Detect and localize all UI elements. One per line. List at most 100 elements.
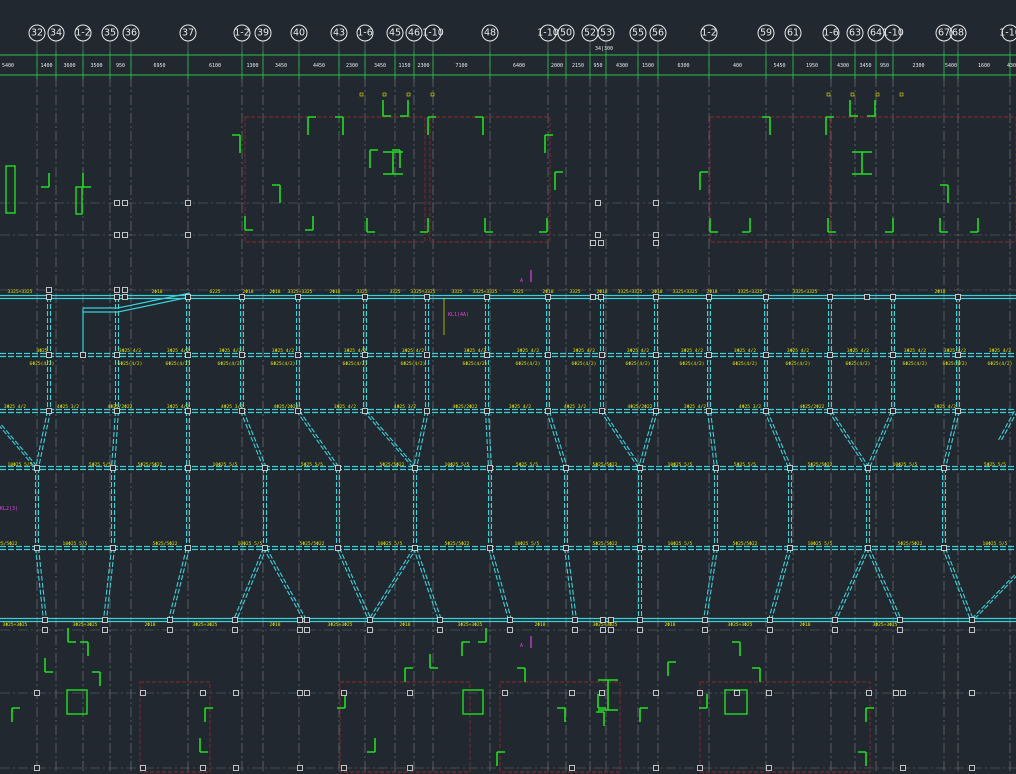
column-node [362,408,368,414]
axis-bubble-label: 35 [104,28,116,39]
beam-label-row6: 2Φ18 [144,622,155,628]
beam-label-row2: 3Φ25 4/2 [464,348,486,354]
column-node [900,690,906,696]
column-node [832,627,838,633]
column-node [114,232,120,238]
axis-bubble-label: 43 [333,28,345,39]
column-node [545,408,551,414]
beam-label-row1: 3325 [512,289,523,295]
column-node [102,617,108,623]
column-node [487,465,493,471]
column-node [437,617,443,623]
column-node [827,352,833,358]
beam-label-row2: 3Φ25 4/2 [989,348,1011,354]
beam-label-row2-sub: 6Φ25(4/2) [846,361,871,367]
axis-bubble-label: 36 [125,28,137,39]
column-node [590,240,596,246]
dimension-text: 3450 [374,63,386,69]
dimension-text: 6400 [513,63,525,69]
axis-bubble-label: 50 [560,28,572,39]
axis-bubble-label: 52 [584,28,596,39]
column-node [167,617,173,623]
column-node [763,352,769,358]
column-node [734,690,740,696]
beam-label-row2-sub: 6Φ25(4/2) [218,361,243,367]
beam-label-row4: 5Φ25/5Φ22 [593,462,618,468]
dimension-text: 6100 [209,63,221,69]
column-node [110,465,116,471]
beam-label-row6: 2Φ18 [534,622,545,628]
beam-label-row4: 10Φ25 5/5 [445,462,470,468]
column-node [185,200,191,206]
beam-label-row1: 6225 [209,289,220,295]
beam-label-row4: 5Φ25/5Φ22 [808,462,833,468]
beam-label-row3: 3Φ25 4/2 [934,404,956,410]
column-node [767,627,773,633]
column-node [706,352,712,358]
beam-label-row3: 4Φ25 3/2 [221,404,243,410]
beam-label-row5: 5Φ25/5Φ22 [153,541,178,547]
beam-label-row2-sub: 6Φ25(4/2) [680,361,705,367]
axis-bubble-label: 63 [849,28,861,39]
column-node [114,294,120,300]
axis-bubble-label: 1-6 [357,28,373,39]
beam-label-row2-sub: 6Φ25(4/2) [786,361,811,367]
column-node [185,545,191,551]
dimension-text: 7100 [455,63,467,69]
beam-label-row3: 4Φ25 3/2 [394,404,416,410]
axis-bubble-label: 1-10 [882,28,904,39]
axis-bubble-label: 1-2 [234,28,250,39]
beam-label-row1: 3325+3325 [738,289,763,295]
beam-label-row3: 4Φ25 3/2 [739,404,761,410]
axis-bubble-label: 55 [632,28,644,39]
column-node [653,294,659,300]
dimension-text: 950 [593,63,602,69]
column-node [763,408,769,414]
beam-label-row5: 5Φ25/5Φ22 [898,541,923,547]
column-node [507,627,513,633]
beam-label-row2-sub: 6Φ25(4/2) [733,361,758,367]
column-node [407,690,413,696]
column-node [424,408,430,414]
beam-label-row4: 10Φ25 5/5 [213,462,238,468]
column-node [608,617,614,623]
beam-label-row4: 5Φ25 5/5 [301,462,323,468]
column-node [46,294,52,300]
column-node [941,465,947,471]
dimension-text: 4300 [1007,63,1016,69]
column-node [335,465,341,471]
column-node [599,408,605,414]
dimension-text: 5400 [945,63,957,69]
column-node [787,545,793,551]
column-node [122,294,128,300]
beam-label-row2-sub: 6Φ25(4/2) [943,361,968,367]
dimension-text: 4300 [837,63,849,69]
beam-label-row1: 2Φ18 [596,289,607,295]
dimension-text: 2300 [417,63,429,69]
beam-label-row6: 2Φ18 [799,622,810,628]
axis-bubble-label: 1-10 [422,28,444,39]
column-node [653,765,659,771]
column-node [297,690,303,696]
beam-label-row6: 2Φ18 [269,622,280,628]
beam-label-row2: 3Φ25 4/2 [944,348,966,354]
dimension-text: 2150 [572,63,584,69]
beam-label-row2: 3Φ25 4/2 [219,348,241,354]
column-node [34,545,40,551]
beam-label-row4: 5Φ25 5/5 [984,462,1006,468]
beam-label-row1: 3325 [389,289,400,295]
callout-label: KL2(3) [0,506,18,512]
column-node [706,294,712,300]
column-node [653,232,659,238]
beam-label-row1: 3325+3325 [411,289,436,295]
column-node [653,352,659,358]
column-node [637,465,643,471]
axis-bubble-label: 1-10 [999,28,1016,39]
column-node [713,465,719,471]
beam-label-row1: 3325+3325 [288,289,313,295]
column-node [487,545,493,551]
dimension-text: 2000 [551,63,563,69]
axis-bubble-label: 37 [182,28,194,39]
column-node [185,294,191,300]
column-node [262,545,268,551]
